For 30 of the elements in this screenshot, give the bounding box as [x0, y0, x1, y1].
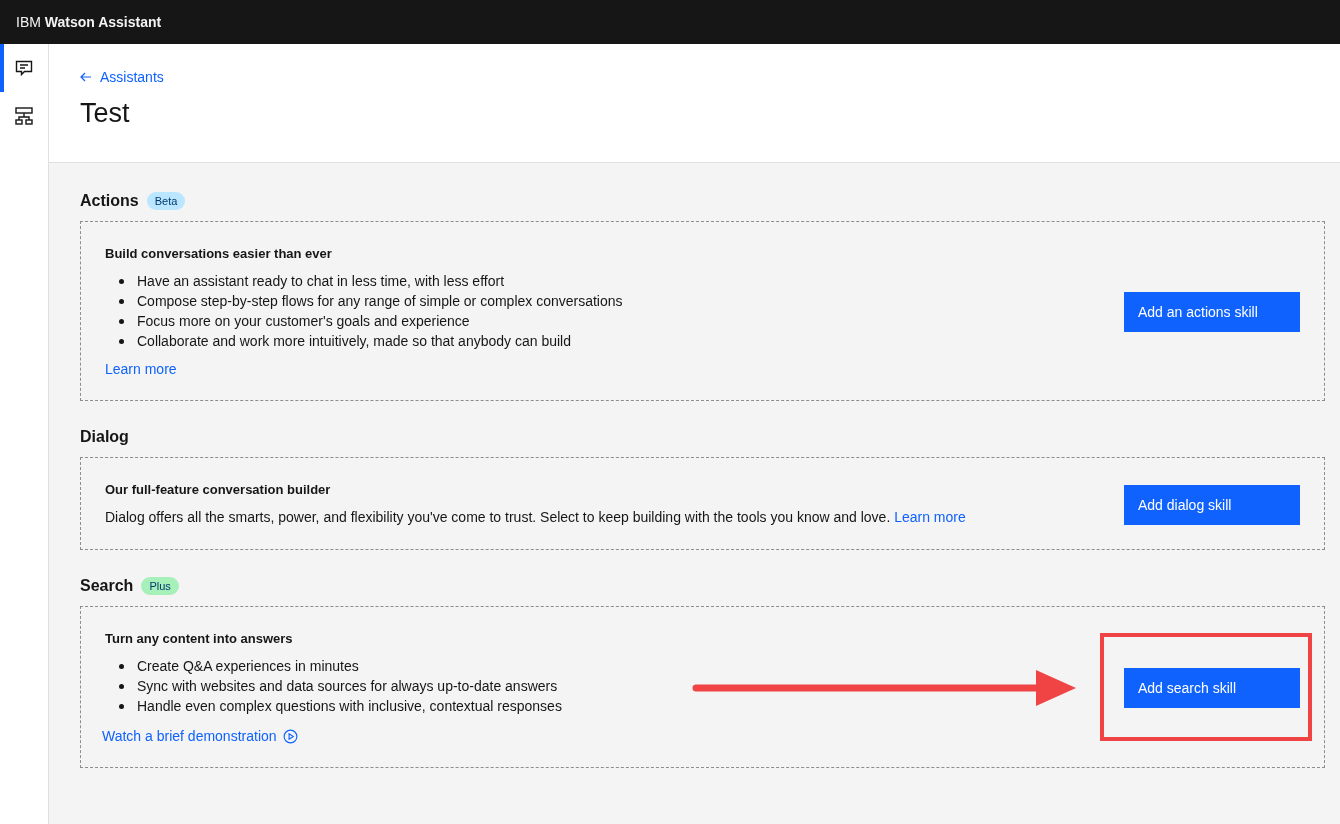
product-name: IBM Watson Assistant [16, 14, 162, 30]
bullet-item: Sync with websites and data sources for always up-to-date answers [117, 676, 562, 696]
section-title: Dialog [80, 428, 129, 446]
section-title: Actions [80, 192, 139, 210]
add-skill-button[interactable]: Add an actions skill [1124, 292, 1300, 332]
bullet-item: Create Q&A experiences in minutes [117, 656, 562, 676]
add-skill-button[interactable]: Add search skill [1124, 668, 1300, 708]
back-arrow-icon [80, 72, 92, 82]
back-link-label: Assistants [100, 69, 164, 85]
bullet-item: Compose step-by-step flows for any range of simple or complex conversations [117, 291, 623, 311]
card-heading: Build conversations easier than ever [105, 246, 333, 261]
play-icon [282, 728, 298, 744]
section-title: Search [80, 577, 134, 595]
hierarchy-icon [14, 106, 34, 126]
description-text: Dialog offers all the smarts, power, and flexibility you've come to trust. Select to keep building with the tools you know and love. Learn more [105, 508, 966, 527]
bullet-item: Handle even complex questions with inclusive, contextual responses [117, 696, 562, 716]
back-link[interactable]: Assistants [80, 69, 164, 85]
chat-icon [14, 58, 34, 78]
card-heading: Turn any content into answers [105, 631, 294, 646]
add-skill-button[interactable]: Add dialog skill [1124, 484, 1300, 525]
bullet-item: Collaborate and work more intuitively, made so that anybody can build [117, 331, 623, 351]
section-tag: Beta [146, 192, 186, 210]
demo-video-link[interactable]: Watch a brief demonstration [102, 728, 298, 744]
card-heading: Our full-feature conversation builder [105, 482, 332, 497]
bullet-item: Focus more on your customer's goals and experience [117, 311, 623, 331]
page-title: Test [80, 98, 131, 129]
bullet-item: Have an assistant ready to chat in less time, with less effort [117, 271, 623, 291]
section-tag: Plus [141, 577, 179, 595]
learn-more-link[interactable]: Learn more [894, 509, 966, 525]
learn-more-link[interactable]: Learn more [105, 361, 177, 377]
